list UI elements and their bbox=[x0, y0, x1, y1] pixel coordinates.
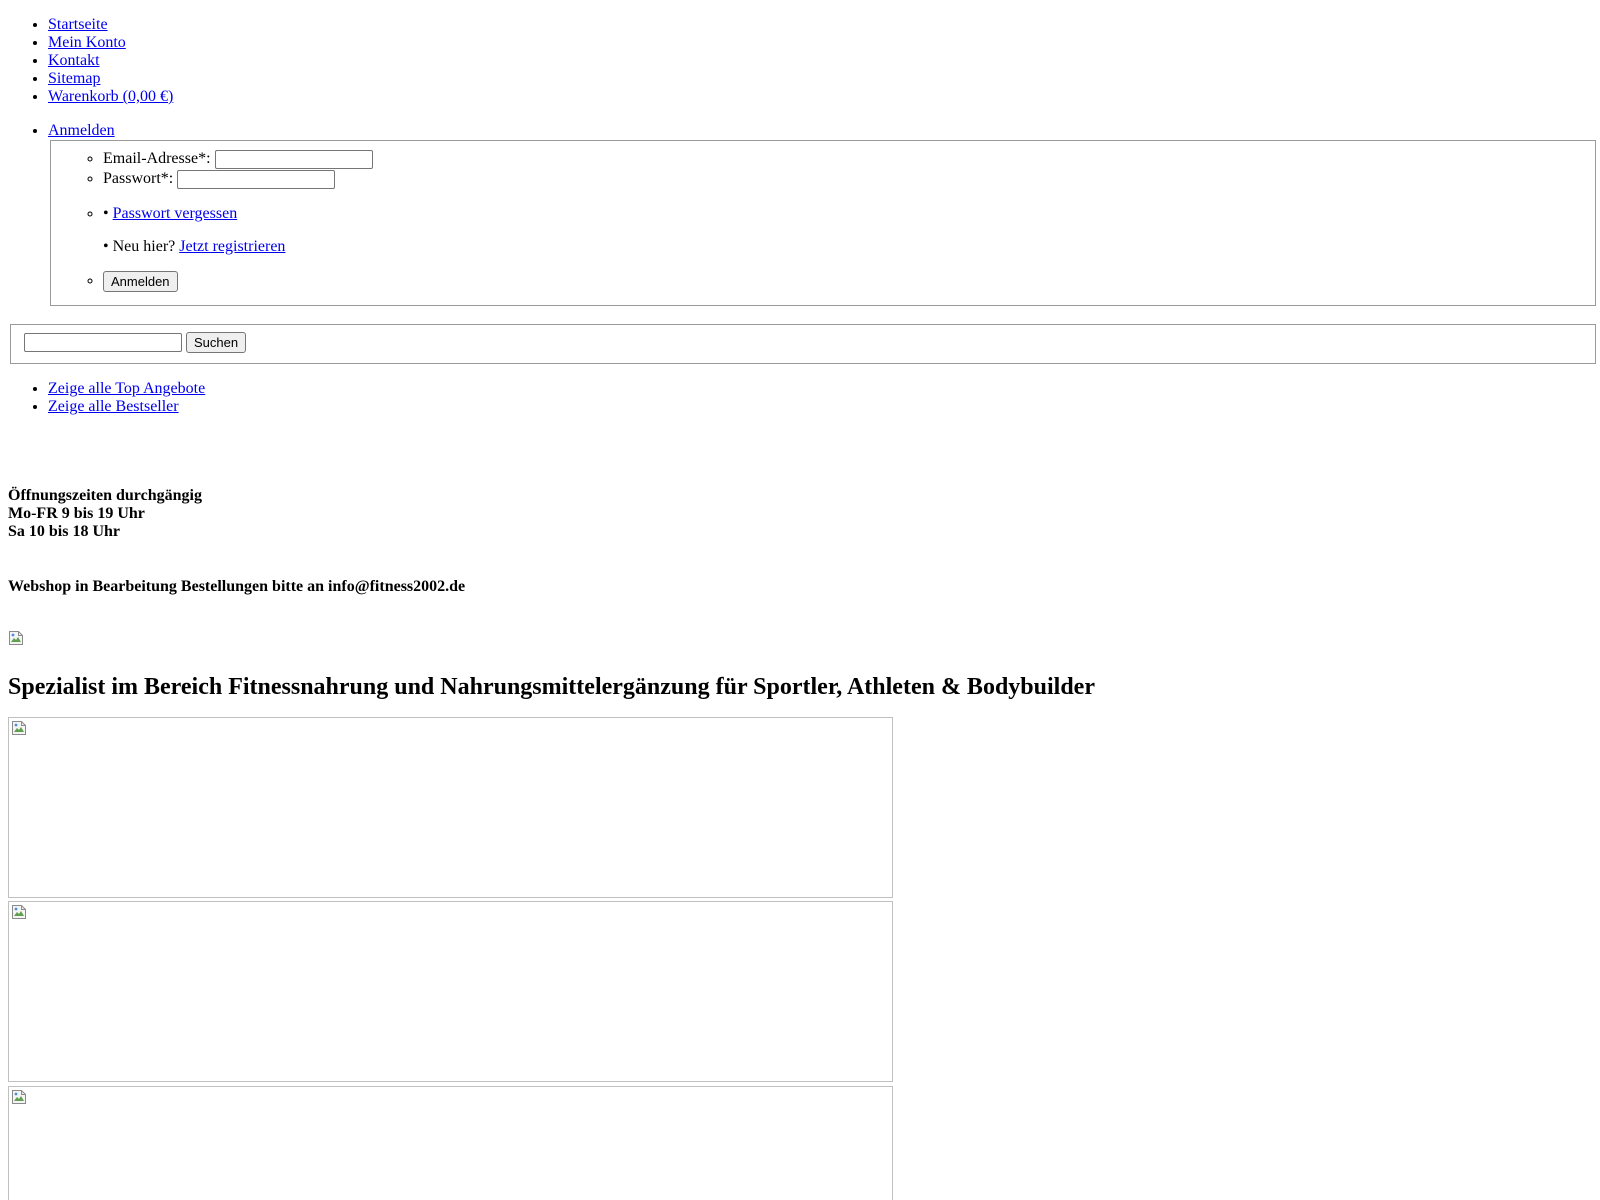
bullet-glyph: • bbox=[103, 238, 109, 255]
top-navigation: Startseite Mein Konto Kontakt Sitemap Wa… bbox=[8, 16, 173, 106]
opening-hours: Öffnungszeiten durchgängig Mo-FR 9 bis 1… bbox=[8, 487, 202, 541]
password-field[interactable] bbox=[177, 169, 336, 189]
offers-item-bestseller: Zeige alle Bestseller bbox=[48, 398, 205, 416]
register-line: • Neu hier? Jetzt registrieren bbox=[103, 237, 1595, 257]
broken-image-icon bbox=[12, 721, 26, 735]
login-toggle-item: Anmelden bbox=[48, 122, 1592, 140]
login-toggle-link[interactable]: Anmelden bbox=[48, 122, 115, 139]
password-label: Passwort*: bbox=[103, 170, 174, 187]
banner-image-3-placeholder bbox=[11, 1089, 27, 1105]
password-row: Passwort*: bbox=[103, 169, 1595, 189]
nav-link-cart[interactable]: Warenkorb (0,00 €) bbox=[48, 88, 173, 105]
offers-item-top: Zeige alle Top Angebote bbox=[48, 380, 205, 398]
search-input[interactable] bbox=[24, 333, 182, 352]
search-form: Suchen bbox=[10, 324, 1596, 364]
banner-image-1-placeholder bbox=[11, 720, 27, 736]
logo-image bbox=[8, 630, 24, 646]
broken-image-icon bbox=[12, 905, 26, 919]
nav-link-kontakt[interactable]: Kontakt bbox=[48, 52, 100, 69]
forgot-password-line: • Passwort vergessen bbox=[103, 204, 1595, 224]
new-here-text: Neu hier? bbox=[112, 238, 176, 255]
nav-item-sitemap: Sitemap bbox=[48, 70, 173, 88]
opening-hours-saturday: Sa 10 bis 18 Uhr bbox=[8, 523, 121, 540]
search-button[interactable]: Suchen bbox=[186, 332, 247, 353]
nav-item-startseite: Startseite bbox=[48, 16, 173, 34]
login-form: Email-Adresse*: Passwort*: • Passwort ve… bbox=[50, 140, 1596, 306]
email-field[interactable] bbox=[214, 149, 373, 169]
search-controls: Suchen bbox=[24, 332, 247, 353]
webshop-notice: Webshop in Bearbeitung Bestellungen bitt… bbox=[8, 578, 466, 595]
page-headline: Spezialist im Bereich Fitnessnahrung und… bbox=[8, 674, 1095, 700]
nav-item-warenkorb: Warenkorb (0,00 €) bbox=[48, 88, 173, 106]
broken-image-icon bbox=[9, 631, 23, 645]
email-row: Email-Adresse*: bbox=[103, 149, 1595, 169]
banner-image-3[interactable] bbox=[8, 1086, 893, 1200]
login-submit-button[interactable]: Anmelden bbox=[103, 271, 178, 292]
top-offers-link[interactable]: Zeige alle Top Angebote bbox=[48, 380, 205, 397]
login-form-list: Email-Adresse*: Passwort*: • Passwort ve… bbox=[51, 141, 1595, 292]
submit-row: Anmelden bbox=[103, 271, 1595, 292]
opening-hours-title: Öffnungszeiten durchgängig bbox=[8, 487, 202, 504]
offers-list: Zeige alle Top Angebote Zeige alle Bests… bbox=[8, 380, 205, 416]
bullet-glyph: • bbox=[103, 205, 109, 222]
email-label: Email-Adresse*: bbox=[103, 150, 211, 167]
forgot-password-link[interactable]: Passwort vergessen bbox=[113, 205, 238, 222]
banner-image-2[interactable] bbox=[8, 901, 893, 1082]
nav-item-kontakt: Kontakt bbox=[48, 52, 173, 70]
opening-hours-weekdays: Mo-FR 9 bis 19 Uhr bbox=[8, 505, 145, 522]
broken-image-icon bbox=[12, 1090, 26, 1104]
login-navigation: Anmelden bbox=[8, 122, 1592, 140]
nav-item-mein-konto: Mein Konto bbox=[48, 34, 173, 52]
nav-link-mein-konto[interactable]: Mein Konto bbox=[48, 34, 126, 51]
nav-link-startseite[interactable]: Startseite bbox=[48, 16, 108, 33]
bestseller-link[interactable]: Zeige alle Bestseller bbox=[48, 398, 179, 415]
banner-image-2-placeholder bbox=[11, 904, 27, 920]
nav-link-sitemap[interactable]: Sitemap bbox=[48, 70, 100, 87]
banner-image-1[interactable] bbox=[8, 717, 893, 898]
login-links-row: • Passwort vergessen • Neu hier? Jetzt r… bbox=[103, 204, 1595, 257]
register-link[interactable]: Jetzt registrieren bbox=[179, 238, 285, 255]
